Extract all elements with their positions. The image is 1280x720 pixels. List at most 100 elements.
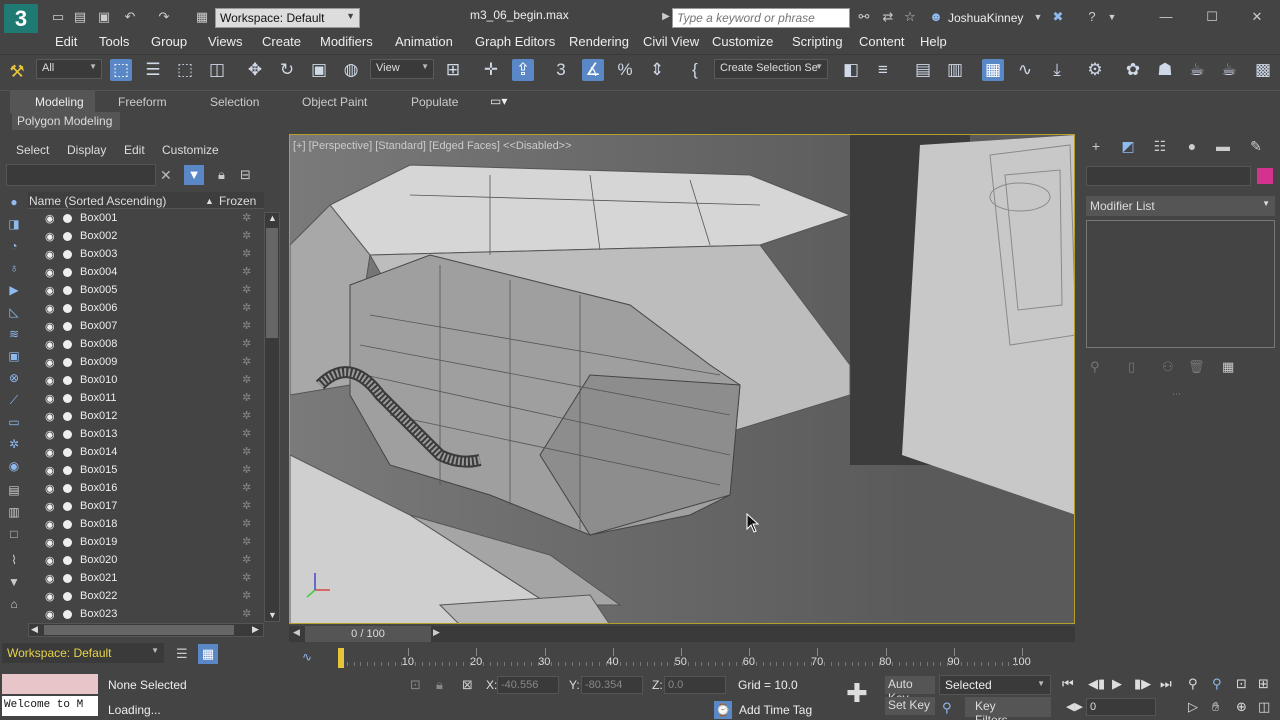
user-icon[interactable]: ☻: [928, 9, 944, 25]
exchange-icon[interactable]: ⇄: [880, 9, 896, 25]
render-dot-icon[interactable]: [63, 556, 72, 565]
table-row[interactable]: ◉ Box018 ✲: [28, 516, 264, 534]
auto-key-button[interactable]: Auto Key: [885, 676, 935, 705]
key-filters-button[interactable]: Key Filters...: [965, 697, 1051, 720]
render-production-icon[interactable]: ☕: [1218, 59, 1240, 81]
table-row[interactable]: ◉ Box002 ✲: [28, 228, 264, 246]
freeze-icon[interactable]: ✲: [242, 517, 251, 530]
render-dot-icon[interactable]: [63, 574, 72, 583]
material-editor-icon[interactable]: ⚙: [1084, 59, 1106, 81]
key-mode-icon[interactable]: ◀▶: [1066, 700, 1083, 713]
table-row[interactable]: ◉ Box020 ✲: [28, 552, 264, 570]
ribbon-tab-selection[interactable]: Selection: [210, 95, 259, 109]
display-children-icon[interactable]: ▤: [6, 482, 22, 498]
panel-splitter[interactable]: ⋯: [1172, 389, 1181, 400]
freeze-icon[interactable]: ✲: [242, 463, 251, 476]
render-dot-icon[interactable]: [63, 430, 72, 439]
modify-tab-icon[interactable]: ◩: [1118, 138, 1138, 156]
select-object-icon[interactable]: ⬚: [110, 59, 132, 81]
freeze-icon[interactable]: ✲: [242, 481, 251, 494]
shapes-filter-icon[interactable]: ◔: [6, 238, 22, 254]
rendered-frame-icon[interactable]: ☗: [1154, 59, 1176, 81]
render-dot-icon[interactable]: [63, 610, 72, 619]
show-end-result-icon[interactable]: ▯: [1128, 359, 1135, 375]
freeze-icon[interactable]: ✲: [242, 391, 251, 404]
freeze-icon[interactable]: ✲: [242, 445, 251, 458]
polygon-modeling-panel[interactable]: Polygon Modeling: [12, 112, 120, 130]
next-frame-icon[interactable]: ▶: [433, 627, 440, 638]
render-dot-icon[interactable]: [63, 538, 72, 547]
window-crossing-icon[interactable]: ◫: [206, 59, 228, 81]
pin-stack-icon[interactable]: ⚲: [1090, 359, 1100, 375]
binoculars-icon[interactable]: ⚯: [856, 9, 872, 25]
menu-animation[interactable]: Animation: [395, 34, 453, 49]
edit-named-selection-icon[interactable]: {: [684, 59, 706, 81]
table-row[interactable]: ◉ Box022 ✲: [28, 588, 264, 606]
maximize-viewport-icon[interactable]: ◫: [1258, 699, 1270, 715]
render-dot-icon[interactable]: [63, 250, 72, 259]
z-coordinate-field[interactable]: 0.0: [664, 676, 726, 694]
freeze-icon[interactable]: ✲: [242, 229, 251, 242]
hidden-filter-icon[interactable]: ◉: [6, 458, 22, 474]
freeze-icon[interactable]: ✲: [242, 337, 251, 350]
table-row[interactable]: ◉ Box016 ✲: [28, 480, 264, 498]
render-dot-icon[interactable]: [63, 520, 72, 529]
se-menu-display[interactable]: Display: [67, 143, 106, 157]
render-dot-icon[interactable]: [63, 466, 72, 475]
render-cloud-icon[interactable]: ▩: [1252, 59, 1274, 81]
eye-icon[interactable]: ◉: [45, 536, 55, 549]
workspace-dropdown[interactable]: Workspace: Default ▼: [215, 8, 360, 28]
ribbon-options-icon[interactable]: ▭▾: [490, 94, 507, 108]
render-dot-icon[interactable]: [63, 376, 72, 385]
spinner-snap-icon[interactable]: ⇕: [646, 59, 668, 81]
freeze-icon[interactable]: ✲: [242, 409, 251, 422]
previous-frame-icon[interactable]: ◀▮: [1088, 676, 1105, 692]
menu-graph-editors[interactable]: Graph Editors: [475, 34, 555, 49]
freeze-icon[interactable]: ✲: [242, 535, 251, 548]
menu-edit[interactable]: Edit: [55, 34, 77, 49]
display-influences-icon[interactable]: ▥: [6, 504, 22, 520]
layers-icon[interactable]: ☰: [176, 646, 188, 662]
col-name[interactable]: Name (Sorted Ascending): [29, 194, 166, 208]
se-menu-edit[interactable]: Edit: [124, 143, 145, 157]
lights-filter-icon[interactable]: ♁: [6, 260, 22, 276]
keyboard-shortcut-icon[interactable]: ⇪: [512, 59, 534, 81]
modifier-list-dropdown[interactable]: Modifier List ▼: [1086, 196, 1275, 216]
se-search-input[interactable]: [6, 164, 156, 186]
configure-sets-icon[interactable]: ▦: [1222, 359, 1234, 375]
freeze-icon[interactable]: ✲: [242, 283, 251, 296]
time-slider[interactable]: 0 / 100: [305, 626, 431, 642]
prev-frame-icon[interactable]: ◀: [293, 627, 300, 638]
se-horizontal-scroll-thumb[interactable]: [44, 625, 234, 635]
bottom-workspace-dropdown[interactable]: Workspace: Default ▼: [2, 643, 164, 663]
menu-views[interactable]: Views: [208, 34, 242, 49]
set-key-plus-icon[interactable]: ✚: [846, 678, 868, 709]
render-dot-icon[interactable]: [63, 304, 72, 313]
table-row[interactable]: ◉ Box015 ✲: [28, 462, 264, 480]
eye-icon[interactable]: ◉: [45, 302, 55, 315]
isolate-selection-icon[interactable]: ⊡: [410, 677, 421, 693]
rotate-icon[interactable]: ↻: [276, 59, 298, 81]
eye-icon[interactable]: ◉: [45, 266, 55, 279]
freeze-icon[interactable]: ✲: [242, 301, 251, 314]
eye-icon[interactable]: ◉: [45, 590, 55, 603]
eye-icon[interactable]: ◉: [45, 410, 55, 423]
ribbon-tab-freeform[interactable]: Freeform: [118, 95, 167, 109]
freeze-icon[interactable]: ✲: [242, 553, 251, 566]
scroll-up-icon[interactable]: ▲: [268, 213, 277, 223]
modifier-stack[interactable]: [1086, 220, 1275, 348]
freeze-icon[interactable]: ✲: [242, 265, 251, 278]
freeze-icon[interactable]: ✲: [242, 373, 251, 386]
eye-icon[interactable]: ◉: [45, 572, 55, 585]
render-dot-icon[interactable]: [63, 322, 72, 331]
new-file-icon[interactable]: ▭: [50, 9, 66, 25]
zoom-extents-icon[interactable]: ⊡: [1236, 676, 1247, 692]
lock-icon[interactable]: 🔒︎: [218, 167, 225, 183]
menu-modifiers[interactable]: Modifiers: [320, 34, 373, 49]
menu-customize[interactable]: Customize: [712, 34, 773, 49]
se-vertical-scroll-thumb[interactable]: [266, 228, 278, 338]
eye-icon[interactable]: ◉: [45, 554, 55, 567]
folder-icon[interactable]: ⌂: [6, 596, 22, 612]
current-frame-field[interactable]: 0: [1086, 698, 1156, 716]
zoom-all-icon[interactable]: ⚲: [1212, 676, 1222, 692]
